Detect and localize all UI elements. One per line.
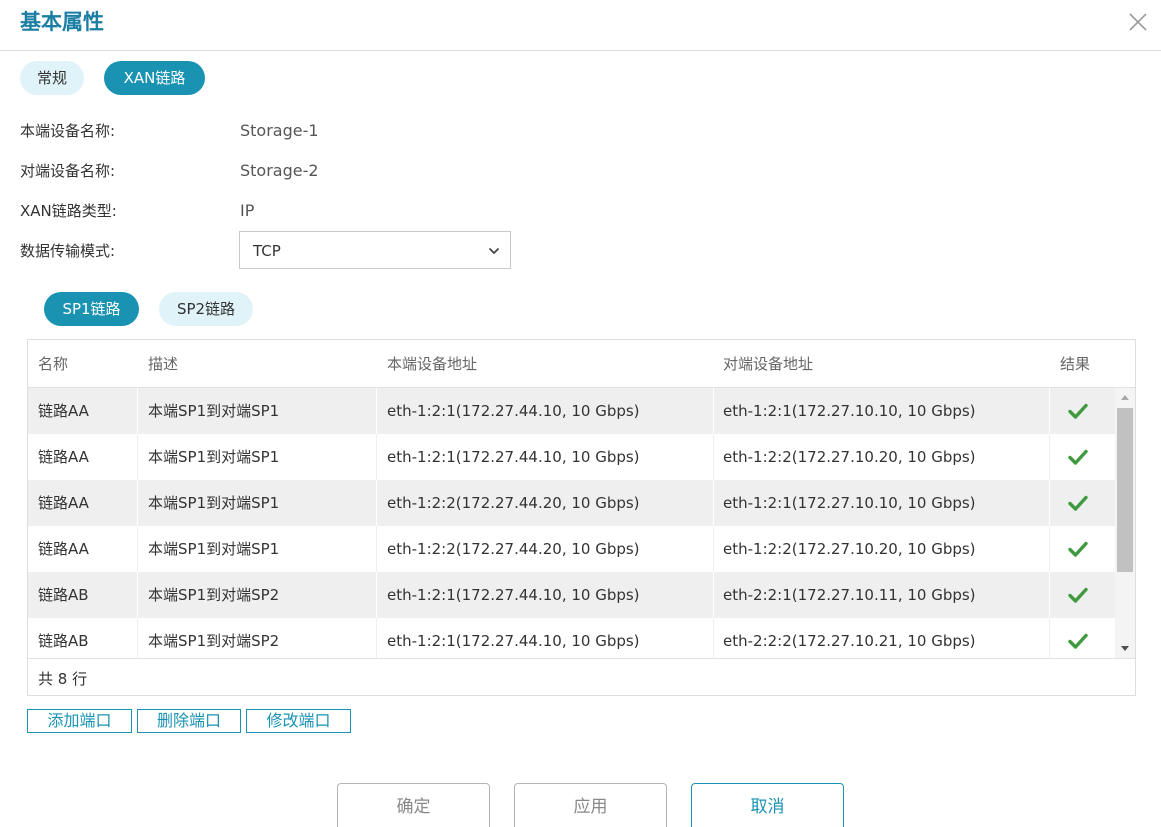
check-icon <box>1068 403 1088 419</box>
table-row[interactable]: 链路AA 本端SP1到对端SP1 eth-1:2:1(172.27.44.10,… <box>28 434 1115 480</box>
tab-sp2-link[interactable]: SP2链路 <box>159 292 253 326</box>
cell-name: 链路AB <box>38 586 89 604</box>
apply-button[interactable]: 应用 <box>514 783 667 827</box>
table-footer: 共 8 行 <box>28 658 1135 695</box>
transfer-mode-label: 数据传输模式: <box>20 242 116 260</box>
link-type-label: XAN链路类型: <box>20 202 117 220</box>
cell-local-address: eth-1:2:1(172.27.44.10, 10 Gbps) <box>387 402 640 420</box>
cell-description: 本端SP1到对端SP2 <box>148 632 280 650</box>
table-row[interactable]: 链路AA 本端SP1到对端SP1 eth-1:2:1(172.27.44.10,… <box>28 388 1115 434</box>
close-icon[interactable] <box>1126 10 1150 34</box>
delete-port-button[interactable]: 删除端口 <box>137 709 241 733</box>
cell-local-address: eth-1:2:1(172.27.44.10, 10 Gbps) <box>387 586 640 604</box>
column-header-local-address[interactable]: 本端设备地址 <box>387 354 477 374</box>
table-row[interactable]: 链路AB 本端SP1到对端SP2 eth-1:2:1(172.27.44.10,… <box>28 572 1115 618</box>
remote-device-label: 对端设备名称: <box>20 162 116 180</box>
scrollbar-thumb[interactable] <box>1117 408 1133 572</box>
transfer-mode-selected: TCP <box>253 242 281 260</box>
link-table: 名称 描述 本端设备地址 对端设备地址 结果 链路AA 本端SP1到对端SP1 … <box>27 339 1136 696</box>
local-device-value: Storage-1 <box>240 121 319 140</box>
cell-local-address: eth-1:2:1(172.27.44.10, 10 Gbps) <box>387 632 640 650</box>
cell-name: 链路AA <box>38 494 89 512</box>
cell-remote-address: eth-2:2:2(172.27.10.21, 10 Gbps) <box>723 632 976 650</box>
transfer-mode-select[interactable]: TCP <box>239 231 511 269</box>
cell-description: 本端SP1到对端SP2 <box>148 586 280 604</box>
column-header-result[interactable]: 结果 <box>1060 354 1090 374</box>
cell-remote-address: eth-1:2:2(172.27.10.20, 10 Gbps) <box>723 540 976 558</box>
column-header-name[interactable]: 名称 <box>38 354 68 374</box>
table-header: 名称 描述 本端设备地址 对端设备地址 结果 <box>28 340 1135 388</box>
check-icon <box>1068 633 1088 649</box>
cell-description: 本端SP1到对端SP1 <box>148 540 280 558</box>
cell-remote-address: eth-1:2:1(172.27.10.10, 10 Gbps) <box>723 494 976 512</box>
cell-remote-address: eth-2:2:1(172.27.10.11, 10 Gbps) <box>723 586 976 604</box>
check-icon <box>1068 495 1088 511</box>
cell-name: 链路AA <box>38 448 89 466</box>
table-row[interactable]: 链路AA 本端SP1到对端SP1 eth-1:2:2(172.27.44.20,… <box>28 480 1115 526</box>
cell-description: 本端SP1到对端SP1 <box>148 494 280 512</box>
check-icon <box>1068 587 1088 603</box>
cell-description: 本端SP1到对端SP1 <box>148 448 280 466</box>
chevron-down-icon <box>488 247 500 255</box>
check-icon <box>1068 541 1088 557</box>
cell-local-address: eth-1:2:2(172.27.44.20, 10 Gbps) <box>387 494 640 512</box>
ok-button[interactable]: 确定 <box>337 783 490 827</box>
cell-name: 链路AB <box>38 632 89 650</box>
check-icon <box>1068 449 1088 465</box>
column-header-description[interactable]: 描述 <box>148 354 178 374</box>
cell-remote-address: eth-1:2:1(172.27.10.10, 10 Gbps) <box>723 402 976 420</box>
table-scrollbar[interactable] <box>1115 388 1135 658</box>
table-row[interactable]: 链路AB 本端SP1到对端SP2 eth-1:2:1(172.27.44.10,… <box>28 618 1115 658</box>
tab-xan-link[interactable]: XAN链路 <box>104 61 205 95</box>
dialog-title: 基本属性 <box>20 10 104 34</box>
cell-remote-address: eth-1:2:2(172.27.10.20, 10 Gbps) <box>723 448 976 466</box>
column-header-remote-address[interactable]: 对端设备地址 <box>723 354 813 374</box>
cell-description: 本端SP1到对端SP1 <box>148 402 280 420</box>
cancel-button[interactable]: 取消 <box>691 783 844 827</box>
cell-local-address: eth-1:2:2(172.27.44.20, 10 Gbps) <box>387 540 640 558</box>
row-count: 共 8 行 <box>38 670 88 688</box>
dialog-header: 基本属性 <box>0 0 1161 51</box>
local-device-label: 本端设备名称: <box>20 122 116 140</box>
add-port-button[interactable]: 添加端口 <box>27 709 132 733</box>
modify-port-button[interactable]: 修改端口 <box>246 709 351 733</box>
table-row[interactable]: 链路AA 本端SP1到对端SP1 eth-1:2:2(172.27.44.20,… <box>28 526 1115 572</box>
cell-local-address: eth-1:2:1(172.27.44.10, 10 Gbps) <box>387 448 640 466</box>
tab-general[interactable]: 常规 <box>20 61 84 95</box>
tab-sp1-link[interactable]: SP1链路 <box>44 292 139 326</box>
link-type-value: IP <box>240 201 255 220</box>
cell-name: 链路AA <box>38 402 89 420</box>
scroll-down-icon[interactable] <box>1120 645 1130 653</box>
scroll-up-icon[interactable] <box>1120 393 1130 401</box>
remote-device-value: Storage-2 <box>240 161 319 180</box>
cell-name: 链路AA <box>38 540 89 558</box>
